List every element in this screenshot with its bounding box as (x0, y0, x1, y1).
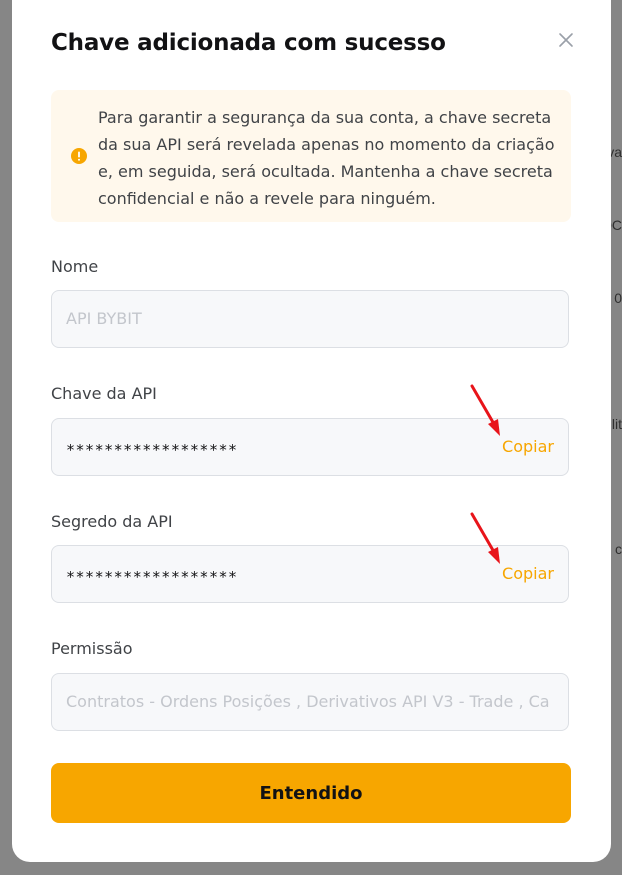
permission-value: Contratos - Ordens Posições , Derivativo… (66, 692, 550, 711)
name-field[interactable]: API BYBIT (51, 290, 569, 348)
name-value: API BYBIT (66, 309, 142, 328)
api-secret-label: Segredo da API (51, 512, 173, 531)
api-key-value: ****************** (66, 441, 238, 459)
copy-api-secret-button[interactable]: Copiar (502, 546, 554, 602)
understood-button[interactable]: Entendido (51, 763, 571, 823)
name-label: Nome (51, 257, 99, 276)
api-key-success-dialog: Chave adicionada com sucesso Para garant… (12, 0, 611, 862)
permission-field[interactable]: Contratos - Ordens Posições , Derivativo… (51, 673, 569, 731)
dialog-title: Chave adicionada com sucesso (51, 30, 446, 56)
api-key-label: Chave da API (51, 384, 157, 403)
copy-api-key-button[interactable]: Copiar (502, 419, 554, 475)
notice-text: Para garantir a segurança da sua conta, … (98, 108, 555, 208)
annotation-arrow-icon (470, 512, 500, 564)
security-notice: Para garantir a segurança da sua conta, … (51, 90, 571, 222)
warning-circle-icon (71, 148, 87, 164)
permission-label: Permissão (51, 639, 133, 658)
api-secret-value: ****************** (66, 568, 238, 586)
annotation-arrow-icon (470, 384, 500, 436)
close-icon[interactable] (556, 30, 576, 50)
